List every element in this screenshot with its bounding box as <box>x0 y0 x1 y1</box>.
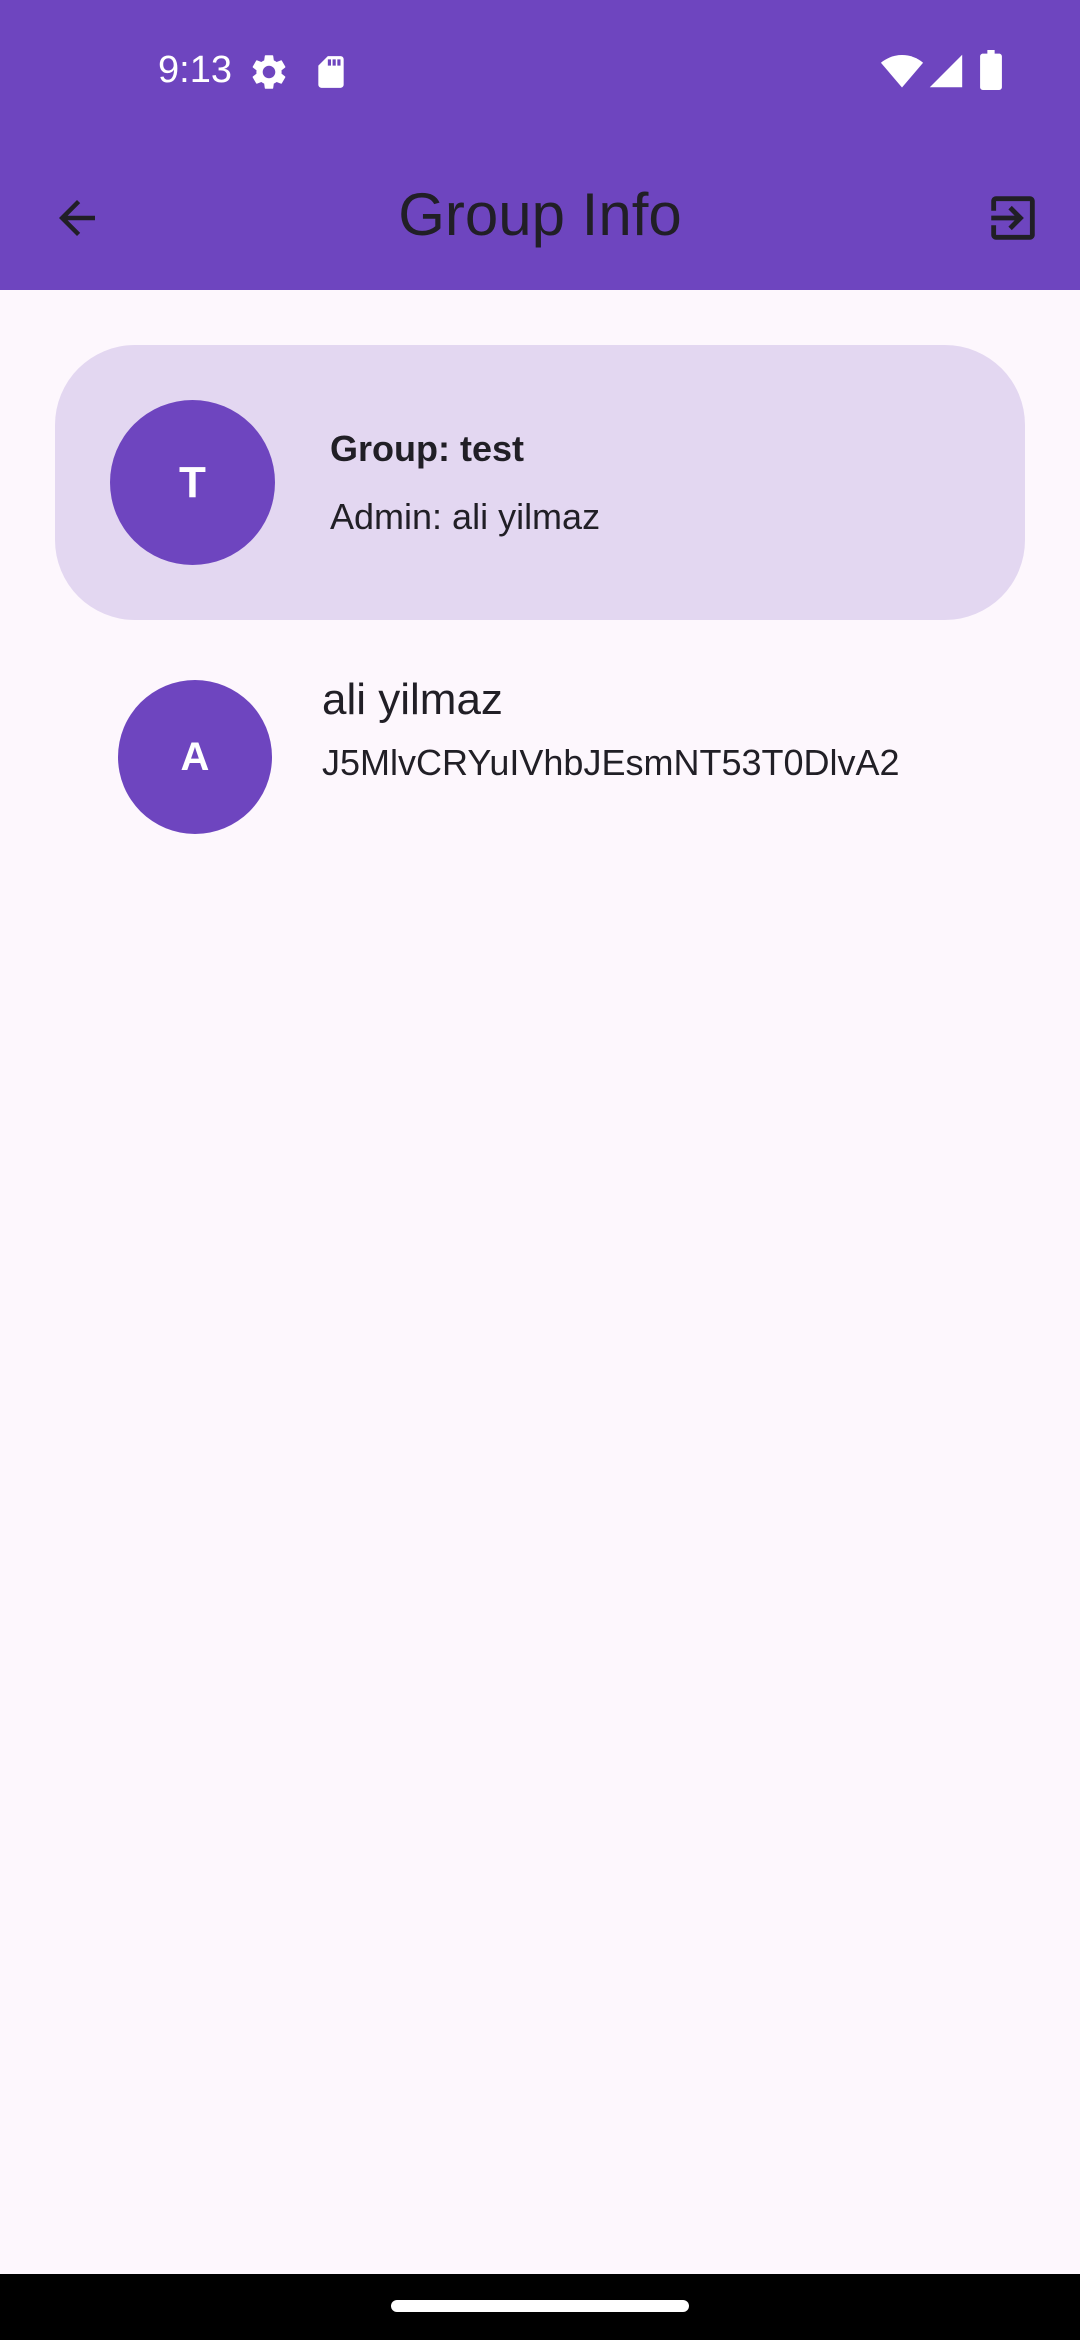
settings-gear-icon <box>252 55 286 89</box>
group-info-card: T Group: test Admin: ali yilmaz <box>55 345 1025 620</box>
leave-group-button[interactable] <box>970 175 1056 261</box>
page-title: Group Info <box>398 181 682 248</box>
member-name: ali yilmaz <box>322 675 503 724</box>
app-bar: Group Info <box>0 145 1080 290</box>
group-avatar: T <box>110 400 275 565</box>
cellular-signal-icon <box>929 54 963 88</box>
battery-icon <box>980 50 1002 90</box>
member-id: J5MlvCRYuIVhbJEsmNT53T0DlvA2 <box>322 742 900 783</box>
status-bar: 9:13 <box>0 0 1080 145</box>
status-time: 9:13 <box>158 49 232 91</box>
member-list-item[interactable]: A ali yilmaz J5MlvCRYuIVhbJEsmNT53T0DlvA… <box>0 660 1080 860</box>
navigation-bar <box>0 2274 1080 2340</box>
group-admin: Admin: ali yilmaz <box>330 496 601 537</box>
group-info-screen: 9:13 Group Info T Group: test Admin: ali… <box>0 0 1080 2340</box>
exit-to-app-icon <box>991 196 1035 240</box>
member-avatar: A <box>118 680 272 834</box>
home-indicator[interactable] <box>391 2300 689 2312</box>
wifi-icon <box>880 55 924 88</box>
sd-card-icon <box>318 56 344 88</box>
group-name: Group: test <box>330 428 524 469</box>
